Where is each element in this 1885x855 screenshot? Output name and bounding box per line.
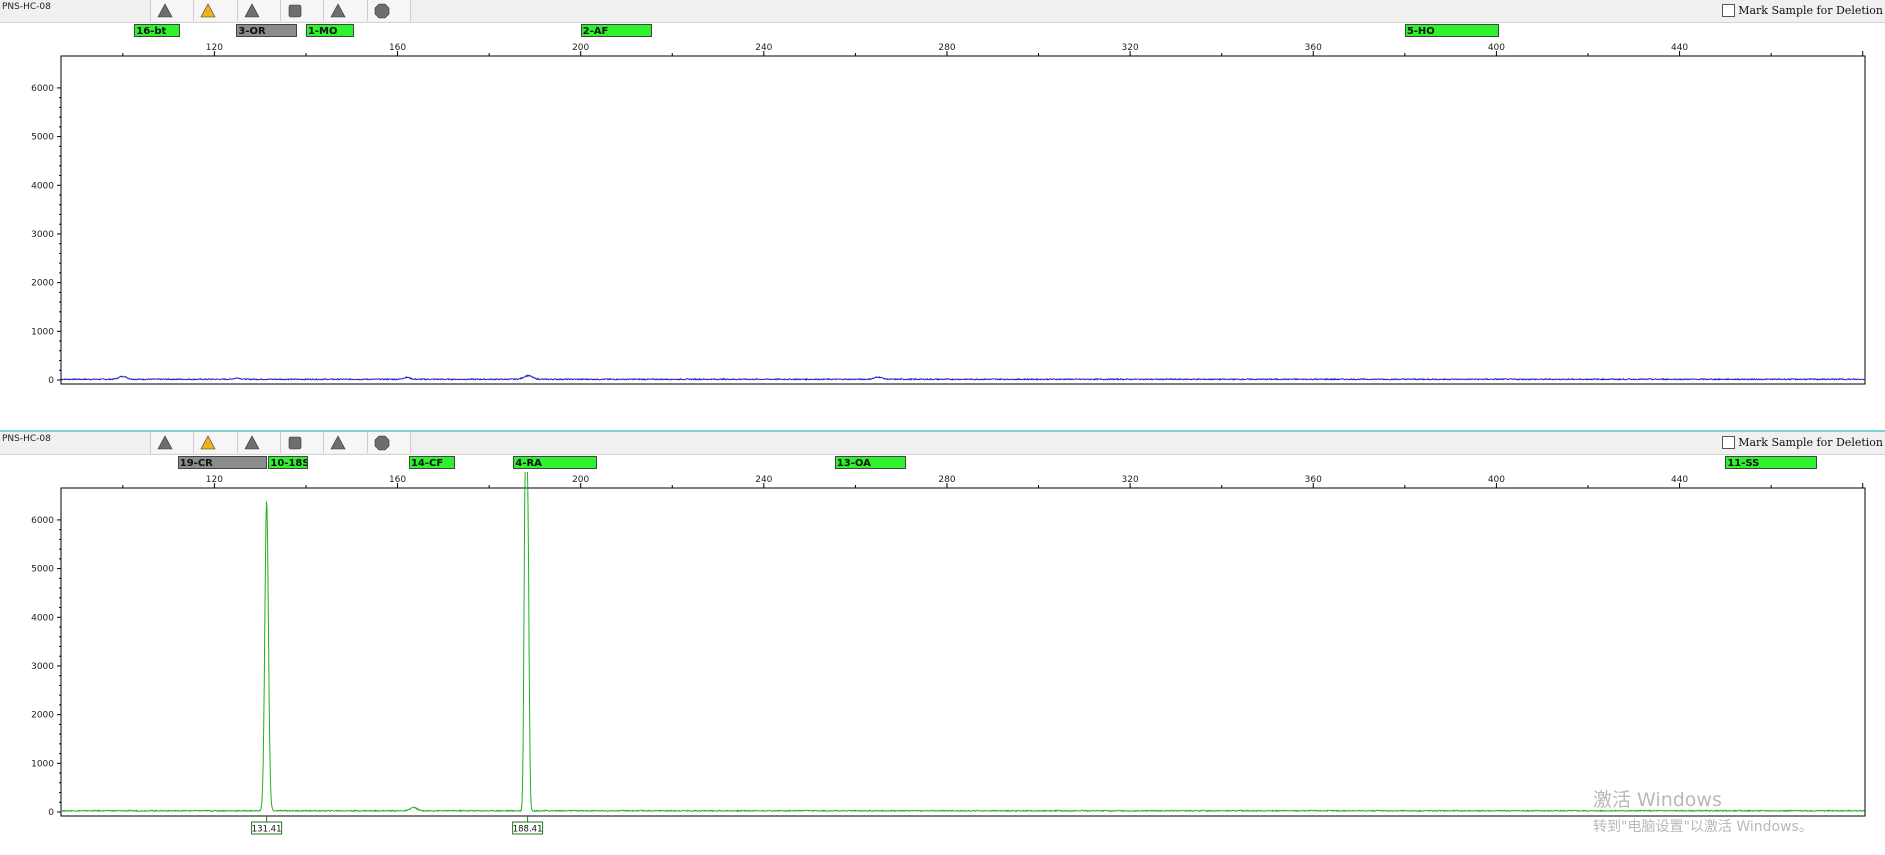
peak-filter-button[interactable] [324, 432, 368, 453]
watermark-title: 激活 Windows [1593, 789, 1722, 811]
x-tick-label: 440 [1671, 475, 1688, 485]
triangle-gray-icon [157, 434, 173, 449]
plot-area [60, 55, 1866, 385]
peak-filter-toolbar [150, 432, 411, 454]
y-tick-label: 6000 [31, 84, 54, 94]
x-tick-label: 120 [206, 43, 223, 53]
peak-filter-button[interactable] [367, 432, 411, 453]
y-tick-label: 4000 [31, 613, 54, 623]
bin-marker[interactable]: 16-bt [134, 24, 181, 37]
x-tick-label: 360 [1305, 475, 1322, 485]
peak-filter-button[interactable] [194, 0, 238, 21]
x-tick-label: 200 [572, 475, 589, 485]
triangle-gray-icon [157, 2, 173, 17]
trace-chart: 120 160 200 240 280 320 360 400 440 0 1000 2000 3000… [31, 43, 1866, 386]
y-tick-label: 2000 [31, 711, 54, 721]
bin-marker[interactable]: 13-OA [834, 456, 906, 469]
bin-marker[interactable]: 2-AF [580, 24, 652, 37]
x-tick-label: 160 [389, 475, 406, 485]
peak-filter-button[interactable] [280, 0, 325, 21]
bin-marker[interactable]: 1-MO [305, 24, 355, 37]
peak-filter-button[interactable] [367, 0, 411, 21]
peak-size-label: 188.41 [513, 825, 543, 835]
y-tick-label: 4000 [31, 181, 54, 191]
y-tick-label: 1000 [31, 327, 54, 337]
peak-filter-button[interactable] [237, 432, 281, 453]
watermark-subtitle: 转到"电脑设置"以激活 Windows。 [1593, 819, 1813, 835]
panel-header: PNS-HC-08 Mark Sample for Deletion [0, 0, 1885, 23]
peak-size-label: 131.41 [252, 825, 282, 835]
x-tick-label: 400 [1488, 43, 1505, 53]
x-tick-label: 160 [389, 43, 406, 53]
mark-deletion-control[interactable]: Mark Sample for Deletion [1722, 4, 1883, 17]
mark-deletion-label: Mark Sample for Deletion [1738, 4, 1883, 17]
signal-trace [60, 472, 1866, 813]
mark-deletion-label: Mark Sample for Deletion [1738, 436, 1883, 449]
y-tick-label: 3000 [31, 230, 54, 240]
y-tick-label: 1000 [31, 759, 54, 769]
bin-row: 16-bt 3-OR 1-MO 2-AF 5-HO [0, 23, 1885, 39]
triangle-gray-icon [244, 434, 260, 449]
square-gray-icon [288, 436, 302, 449]
x-tick-label: 360 [1305, 43, 1322, 53]
x-tick-label: 120 [206, 475, 223, 485]
y-tick-label: 3000 [31, 662, 54, 672]
octagon-gray-icon [374, 3, 389, 18]
peak-filter-button[interactable] [151, 432, 195, 453]
plot-area [60, 487, 1866, 817]
mark-deletion-checkbox[interactable] [1722, 4, 1736, 17]
x-tick-label: 240 [755, 43, 772, 53]
panel-header: PNS-HC-08 Mark Sample for Deletion [0, 432, 1885, 455]
x-tick-label: 320 [1122, 43, 1139, 53]
x-tick-label: 240 [755, 475, 772, 485]
x-tick-label: 200 [572, 43, 589, 53]
x-tick-label: 400 [1488, 475, 1505, 485]
y-tick-label: 0 [48, 808, 54, 818]
peak-filter-button[interactable] [151, 0, 195, 21]
triangle-gray-icon [330, 2, 346, 17]
triangle-yellow-icon [200, 2, 216, 17]
mark-deletion-control[interactable]: Mark Sample for Deletion [1722, 436, 1883, 449]
y-tick-label: 6000 [31, 516, 54, 526]
signal-trace [60, 374, 1865, 381]
peak-filter-button[interactable] [280, 432, 325, 453]
bin-marker[interactable]: 3-OR [236, 24, 297, 37]
y-tick-label: 2000 [31, 279, 54, 289]
triangle-gray-icon [330, 434, 346, 449]
square-gray-icon [288, 4, 302, 17]
bin-marker[interactable]: 10-18S [268, 456, 309, 469]
windows-activation-watermark: 激活 Windows 转到"电脑设置"以激活 Windows。 [1593, 785, 1813, 836]
y-tick-label: 5000 [31, 133, 54, 143]
x-tick-label: 440 [1671, 43, 1688, 53]
bin-row: 19-CR 10-18S 14-CF 4-RA 13-OA 11-SS [0, 455, 1885, 471]
bin-marker[interactable]: 11-SS [1725, 456, 1817, 469]
bin-marker[interactable]: 5-HO [1404, 24, 1499, 37]
sample-name: PNS-HC-08 [2, 2, 51, 12]
triangle-yellow-icon [200, 434, 216, 449]
y-tick-label: 0 [48, 376, 54, 386]
sample-name: PNS-HC-08 [2, 434, 51, 444]
peak-filter-toolbar [150, 0, 411, 22]
y-tick-label: 5000 [31, 565, 54, 575]
peak-filter-button[interactable] [324, 0, 368, 21]
bin-marker[interactable]: 14-CF [408, 456, 455, 469]
x-tick-label: 280 [938, 475, 955, 485]
x-tick-label: 280 [938, 43, 955, 53]
triangle-gray-icon [244, 2, 260, 17]
peak-filter-button[interactable] [194, 432, 238, 453]
bin-marker[interactable]: 4-RA [513, 456, 597, 469]
electropherogram-panel-1: PNS-HC-08 Mark Sample for Deletion 16-bt… [0, 0, 1885, 430]
x-tick-label: 320 [1122, 475, 1139, 485]
mark-deletion-checkbox[interactable] [1722, 436, 1736, 449]
bin-marker[interactable]: 19-CR [177, 456, 268, 469]
octagon-gray-icon [374, 435, 389, 450]
peak-filter-button[interactable] [237, 0, 281, 21]
